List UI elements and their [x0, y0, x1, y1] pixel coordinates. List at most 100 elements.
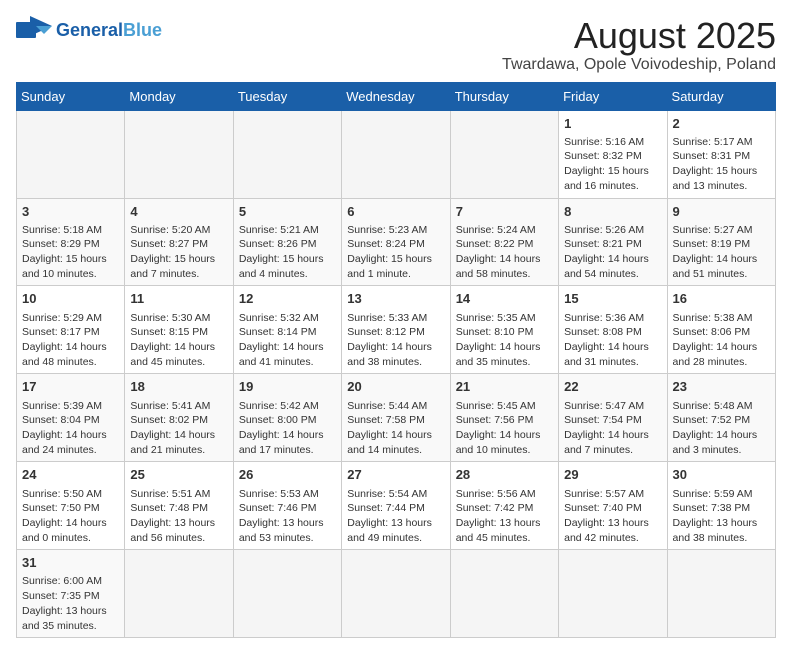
calendar-cell: 30Sunrise: 5:59 AMSunset: 7:38 PMDayligh…	[667, 462, 775, 550]
sunrise-text: Sunrise: 5:17 AM	[673, 135, 770, 150]
daylight-text: Daylight: 15 hours and 13 minutes.	[673, 164, 770, 193]
daylight-text: Daylight: 14 hours and 3 minutes.	[673, 428, 770, 457]
sunset-text: Sunset: 7:52 PM	[673, 413, 770, 428]
day-number: 8	[564, 203, 661, 221]
day-number: 15	[564, 290, 661, 308]
calendar-cell: 16Sunrise: 5:38 AMSunset: 8:06 PMDayligh…	[667, 286, 775, 374]
calendar-cell: 21Sunrise: 5:45 AMSunset: 7:56 PMDayligh…	[450, 374, 558, 462]
logo-text: GeneralBlue	[56, 20, 162, 41]
sunrise-text: Sunrise: 5:59 AM	[673, 487, 770, 502]
day-number: 9	[673, 203, 770, 221]
day-header-friday: Friday	[559, 82, 667, 110]
day-number: 24	[22, 466, 119, 484]
day-number: 30	[673, 466, 770, 484]
sunrise-text: Sunrise: 5:30 AM	[130, 311, 227, 326]
calendar-cell: 5Sunrise: 5:21 AMSunset: 8:26 PMDaylight…	[233, 198, 341, 286]
calendar-cell: 28Sunrise: 5:56 AMSunset: 7:42 PMDayligh…	[450, 462, 558, 550]
day-number: 25	[130, 466, 227, 484]
sunset-text: Sunset: 7:40 PM	[564, 501, 661, 516]
calendar-cell: 13Sunrise: 5:33 AMSunset: 8:12 PMDayligh…	[342, 286, 450, 374]
day-number: 20	[347, 378, 444, 396]
day-number: 26	[239, 466, 336, 484]
daylight-text: Daylight: 14 hours and 31 minutes.	[564, 340, 661, 369]
daylight-text: Daylight: 14 hours and 24 minutes.	[22, 428, 119, 457]
sunset-text: Sunset: 8:02 PM	[130, 413, 227, 428]
day-number: 19	[239, 378, 336, 396]
daylight-text: Daylight: 15 hours and 16 minutes.	[564, 164, 661, 193]
day-number: 16	[673, 290, 770, 308]
day-number: 1	[564, 115, 661, 133]
daylight-text: Daylight: 13 hours and 42 minutes.	[564, 516, 661, 545]
sunset-text: Sunset: 7:58 PM	[347, 413, 444, 428]
logo-blue: Blue	[123, 20, 162, 40]
calendar-cell: 29Sunrise: 5:57 AMSunset: 7:40 PMDayligh…	[559, 462, 667, 550]
sunrise-text: Sunrise: 5:35 AM	[456, 311, 553, 326]
sunrise-text: Sunrise: 5:41 AM	[130, 399, 227, 414]
calendar-week-4: 17Sunrise: 5:39 AMSunset: 8:04 PMDayligh…	[17, 374, 776, 462]
calendar-cell: 24Sunrise: 5:50 AMSunset: 7:50 PMDayligh…	[17, 462, 125, 550]
sunset-text: Sunset: 7:38 PM	[673, 501, 770, 516]
calendar-cell	[450, 550, 558, 638]
daylight-text: Daylight: 14 hours and 38 minutes.	[347, 340, 444, 369]
day-number: 11	[130, 290, 227, 308]
sunset-text: Sunset: 8:12 PM	[347, 325, 444, 340]
daylight-text: Daylight: 14 hours and 45 minutes.	[130, 340, 227, 369]
sunrise-text: Sunrise: 5:23 AM	[347, 223, 444, 238]
sunset-text: Sunset: 8:06 PM	[673, 325, 770, 340]
calendar-cell: 3Sunrise: 5:18 AMSunset: 8:29 PMDaylight…	[17, 198, 125, 286]
sunrise-text: Sunrise: 5:38 AM	[673, 311, 770, 326]
sunrise-text: Sunrise: 5:45 AM	[456, 399, 553, 414]
calendar-cell: 11Sunrise: 5:30 AMSunset: 8:15 PMDayligh…	[125, 286, 233, 374]
daylight-text: Daylight: 14 hours and 48 minutes.	[22, 340, 119, 369]
page-header: GeneralBlue August 2025 Twardawa, Opole …	[16, 16, 776, 74]
logo-general: General	[56, 20, 123, 40]
day-header-tuesday: Tuesday	[233, 82, 341, 110]
day-number: 10	[22, 290, 119, 308]
day-header-monday: Monday	[125, 82, 233, 110]
calendar-cell: 4Sunrise: 5:20 AMSunset: 8:27 PMDaylight…	[125, 198, 233, 286]
calendar-cell: 9Sunrise: 5:27 AMSunset: 8:19 PMDaylight…	[667, 198, 775, 286]
daylight-text: Daylight: 13 hours and 53 minutes.	[239, 516, 336, 545]
calendar-cell: 20Sunrise: 5:44 AMSunset: 7:58 PMDayligh…	[342, 374, 450, 462]
day-number: 31	[22, 554, 119, 572]
calendar-cell: 7Sunrise: 5:24 AMSunset: 8:22 PMDaylight…	[450, 198, 558, 286]
calendar-cell: 22Sunrise: 5:47 AMSunset: 7:54 PMDayligh…	[559, 374, 667, 462]
calendar-cell	[125, 110, 233, 198]
calendar-cell: 26Sunrise: 5:53 AMSunset: 7:46 PMDayligh…	[233, 462, 341, 550]
daylight-text: Daylight: 14 hours and 51 minutes.	[673, 252, 770, 281]
sunset-text: Sunset: 8:04 PM	[22, 413, 119, 428]
sunrise-text: Sunrise: 5:54 AM	[347, 487, 444, 502]
sunrise-text: Sunrise: 5:50 AM	[22, 487, 119, 502]
calendar-cell: 1Sunrise: 5:16 AMSunset: 8:32 PMDaylight…	[559, 110, 667, 198]
sunrise-text: Sunrise: 5:39 AM	[22, 399, 119, 414]
title-area: August 2025 Twardawa, Opole Voivodeship,…	[502, 16, 776, 74]
day-header-sunday: Sunday	[17, 82, 125, 110]
sunrise-text: Sunrise: 5:48 AM	[673, 399, 770, 414]
sunrise-text: Sunrise: 5:32 AM	[239, 311, 336, 326]
day-number: 6	[347, 203, 444, 221]
day-number: 7	[456, 203, 553, 221]
sunset-text: Sunset: 8:19 PM	[673, 237, 770, 252]
sunrise-text: Sunrise: 5:47 AM	[564, 399, 661, 414]
day-number: 28	[456, 466, 553, 484]
calendar-table: SundayMondayTuesdayWednesdayThursdayFrid…	[16, 82, 776, 639]
daylight-text: Daylight: 14 hours and 7 minutes.	[564, 428, 661, 457]
sunset-text: Sunset: 8:21 PM	[564, 237, 661, 252]
calendar-cell	[450, 110, 558, 198]
sunset-text: Sunset: 8:08 PM	[564, 325, 661, 340]
sunrise-text: Sunrise: 5:21 AM	[239, 223, 336, 238]
calendar-cell: 2Sunrise: 5:17 AMSunset: 8:31 PMDaylight…	[667, 110, 775, 198]
sunset-text: Sunset: 7:46 PM	[239, 501, 336, 516]
day-number: 27	[347, 466, 444, 484]
day-header-thursday: Thursday	[450, 82, 558, 110]
daylight-text: Daylight: 14 hours and 21 minutes.	[130, 428, 227, 457]
day-header-saturday: Saturday	[667, 82, 775, 110]
daylight-text: Daylight: 14 hours and 41 minutes.	[239, 340, 336, 369]
day-number: 22	[564, 378, 661, 396]
day-number: 14	[456, 290, 553, 308]
day-number: 18	[130, 378, 227, 396]
daylight-text: Daylight: 14 hours and 35 minutes.	[456, 340, 553, 369]
calendar-cell	[342, 110, 450, 198]
sunset-text: Sunset: 8:14 PM	[239, 325, 336, 340]
calendar-header-row: SundayMondayTuesdayWednesdayThursdayFrid…	[17, 82, 776, 110]
